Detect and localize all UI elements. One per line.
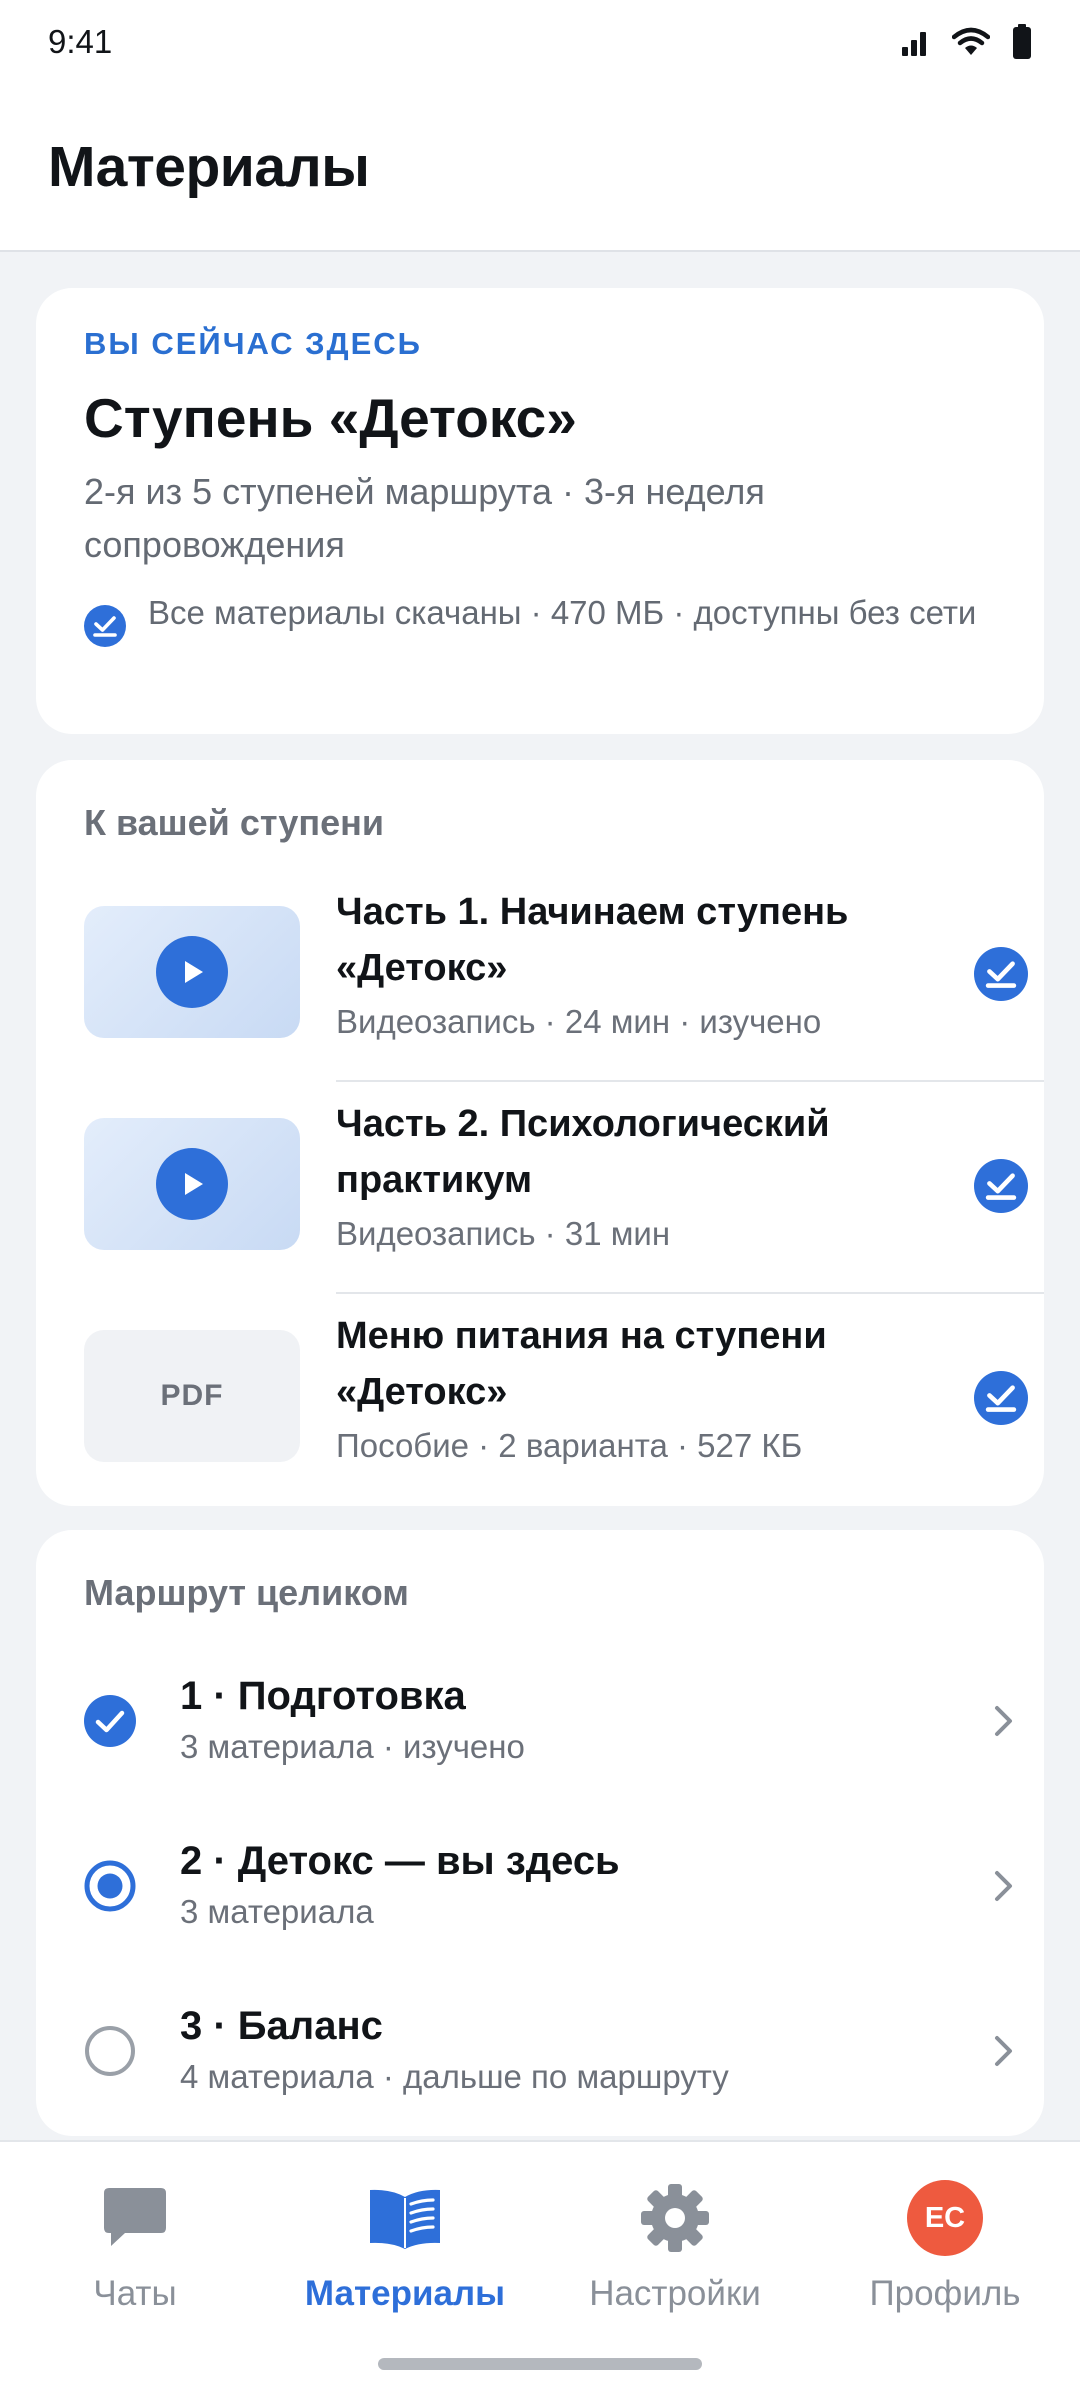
play-icon xyxy=(185,961,203,983)
downloaded-check-icon xyxy=(974,1371,1028,1425)
nav-label: Чаты xyxy=(93,2274,177,2313)
material-item[interactable]: PDF Меню питания на ступени «Детокс» Пос… xyxy=(36,1294,1044,1506)
avatar: ЕС xyxy=(907,2180,983,2256)
video-thumbnail[interactable] xyxy=(84,906,300,1038)
route-title: Маршрут целиком xyxy=(84,1572,409,1613)
material-body: Часть 2. Психологический практикум Видео… xyxy=(336,1096,896,1258)
current-stage-radio-icon xyxy=(84,1860,136,1912)
pdf-thumbnail[interactable]: PDF xyxy=(84,1330,300,1462)
chevron-right-icon xyxy=(995,1706,1012,1736)
route-item-title: 2 · Детокс — вы здесь xyxy=(180,1839,620,1883)
route-body: 2 · Детокс — вы здесь 3 материала xyxy=(180,1835,620,1935)
play-button[interactable] xyxy=(156,936,228,1008)
gear-icon xyxy=(639,2180,711,2256)
nav-label: Профиль xyxy=(869,2274,1021,2313)
video-thumbnail[interactable] xyxy=(84,1118,300,1250)
current-stage-eyebrow: ВЫ СЕЙЧАС ЗДЕСЬ xyxy=(84,326,422,361)
route-item-title: 1 · Подготовка xyxy=(180,1674,466,1718)
nav-label: Материалы xyxy=(304,2274,506,2313)
material-item[interactable]: Часть 2. Психологический практикум Видео… xyxy=(36,1082,1044,1294)
material-meta: Пособие · 2 варианта · 527 КБ xyxy=(336,1427,803,1464)
status-icons xyxy=(900,24,1032,60)
material-body: Меню питания на ступени «Детокс» Пособие… xyxy=(336,1308,896,1470)
app-header: Материалы xyxy=(0,84,1080,252)
route-item-detox[interactable]: 2 · Детокс — вы здесь 3 материала xyxy=(36,1805,1044,1969)
pdf-label: PDF xyxy=(160,1379,224,1412)
material-item[interactable]: Часть 1. Начинаем ступень «Детокс» Видео… xyxy=(36,870,1044,1082)
nav-item-settings[interactable]: Настройки xyxy=(540,2180,810,2330)
home-indicator[interactable] xyxy=(378,2358,702,2370)
stage-materials-title: К вашей ступени xyxy=(84,802,385,843)
route-item-meta: 3 материала · изучено xyxy=(180,1728,525,1765)
material-title: Часть 2. Психологический практикум xyxy=(336,1103,830,1201)
current-stage-subtitle: 2-я из 5 ступеней маршрута · 3-я неделя … xyxy=(84,471,765,565)
route-item-meta: 3 материала xyxy=(180,1893,374,1930)
route-body: 1 · Подготовка 3 материала · изучено xyxy=(180,1670,525,1770)
route-item-meta: 4 материала · дальше по маршруту xyxy=(180,2058,729,2095)
nav-item-profile[interactable]: ЕС Профиль xyxy=(810,2180,1080,2330)
materials-screen: 9:41 Материалы ВЫ СЕЙЧАС ЗДЕСЬ Ступень «… xyxy=(0,0,1080,2400)
downloaded-check-icon xyxy=(84,605,126,647)
status-bar: 9:41 xyxy=(0,0,1080,84)
signal-icon xyxy=(902,32,926,56)
offline-status: Все материалы скачаны · 470 МБ · доступн… xyxy=(84,589,996,647)
downloaded-check-icon xyxy=(974,947,1028,1001)
current-stage-title: Ступень «Детокс» xyxy=(84,387,577,449)
play-icon xyxy=(185,1173,203,1195)
route-body: 3 · Баланс 4 материала · дальше по маршр… xyxy=(180,2000,729,2100)
upcoming-stage-circle-icon xyxy=(85,2026,135,2076)
route-card: Маршрут целиком 1 · Подготовка 3 материа… xyxy=(36,1530,1044,2136)
completed-check-icon xyxy=(84,1695,136,1747)
material-body: Часть 1. Начинаем ступень «Детокс» Видео… xyxy=(336,884,896,1046)
downloaded-check-icon xyxy=(974,1159,1028,1213)
play-button[interactable] xyxy=(156,1148,228,1220)
chevron-right-icon xyxy=(995,2036,1012,2066)
page-title: Материалы xyxy=(48,135,370,199)
chat-icon xyxy=(99,2180,171,2256)
status-time: 9:41 xyxy=(48,23,113,60)
material-meta: Видеозапись · 24 мин · изучено xyxy=(336,1003,822,1040)
wifi-icon xyxy=(952,27,990,55)
route-item-balance[interactable]: 3 · Баланс 4 материала · дальше по маршр… xyxy=(36,1970,1044,2134)
route-item-title: 3 · Баланс xyxy=(180,2004,383,2048)
nav-item-chats[interactable]: Чаты xyxy=(0,2180,270,2330)
battery-icon xyxy=(1013,24,1031,59)
material-title: Часть 1. Начинаем ступень «Детокс» xyxy=(336,891,849,989)
offline-status-text: Все материалы скачаны · 470 МБ · доступн… xyxy=(148,594,977,631)
stage-materials-card: К вашей ступени Часть 1. Начинаем ступен… xyxy=(36,760,1044,1506)
route-item-preparation[interactable]: 1 · Подготовка 3 материала · изучено xyxy=(36,1640,1044,1804)
nav-label: Настройки xyxy=(589,2274,761,2313)
book-icon xyxy=(366,2180,444,2256)
material-title: Меню питания на ступени «Детокс» xyxy=(336,1315,827,1413)
material-meta: Видеозапись · 31 мин xyxy=(336,1215,671,1252)
nav-item-materials[interactable]: Материалы xyxy=(270,2180,540,2330)
avatar-initials: ЕС xyxy=(907,2180,983,2256)
current-stage-card: ВЫ СЕЙЧАС ЗДЕСЬ Ступень «Детокс» 2-я из … xyxy=(36,288,1044,734)
chevron-right-icon xyxy=(995,1871,1012,1901)
